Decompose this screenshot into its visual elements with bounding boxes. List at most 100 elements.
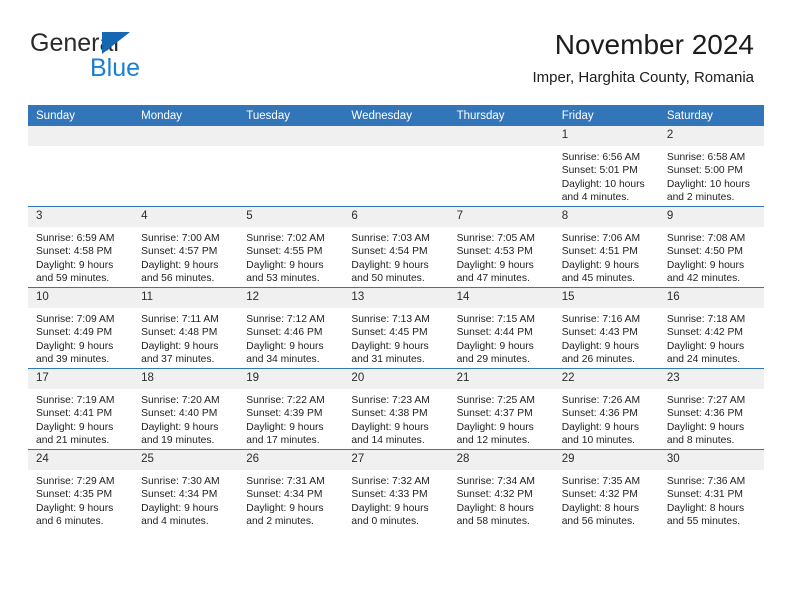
sunrise-text: Sunrise: 7:23 AM [351, 395, 430, 406]
sunset-text: Sunset: 4:43 PM [561, 327, 638, 339]
daylight-text-line1: Daylight: 9 hours [246, 259, 324, 271]
calendar-day-cell[interactable]: 3 Sunrise: 6:59 AM Sunset: 4:58 PM Daylight… [28, 206, 134, 288]
sunset-text: Sunset: 4:45 PM [351, 327, 428, 339]
daylight-text-line1: Daylight: 9 hours [561, 259, 639, 271]
daylight-text-line2: and 14 minutes. [351, 435, 425, 447]
calendar-day-cell[interactable]: 12 Sunrise: 7:12 AM Sunset: 4:46 PM Dayligh… [238, 287, 344, 369]
daylight-text-line1: Daylight: 9 hours [666, 259, 745, 271]
sunrise-text: Sunrise: 7:29 AM [36, 476, 115, 487]
day-number: 3 [28, 207, 134, 227]
daylight-text-line2: and 34 minutes. [246, 354, 320, 366]
calendar-day-cell[interactable]: 8 Sunrise: 7:06 AM Sunset: 4:51 PM Daylight… [553, 206, 659, 288]
calendar-day-cell[interactable]: 13 Sunrise: 7:13 AM Sunset: 4:45 PM Dayligh… [343, 287, 449, 369]
sunrise-text: Sunrise: 7:06 AM [561, 233, 641, 244]
daylight-text-line2: and 8 minutes. [666, 435, 735, 447]
daylight-text-line1: Daylight: 9 hours [351, 340, 429, 352]
calendar-day-cell[interactable]: 19 Sunrise: 7:22 AM Sunset: 4:39 PM Dayligh… [238, 368, 344, 450]
calendar-day-cell[interactable]: 4 Sunrise: 7:00 AM Sunset: 4:57 PM Daylight… [133, 206, 239, 288]
calendar-day-cell[interactable]: 20 Sunrise: 7:23 AM Sunset: 4:38 PM Dayligh… [343, 368, 449, 450]
calendar-day-cell[interactable]: 25 Sunrise: 7:30 AM Sunset: 4:34 PM Dayligh… [133, 449, 239, 530]
daylight-text-line2: and 39 minutes. [36, 354, 110, 366]
sunset-text: Sunset: 4:31 PM [666, 489, 743, 501]
calendar-day-cell[interactable]: 14 Sunrise: 7:15 AM Sunset: 4:44 PM Dayligh… [448, 287, 554, 369]
sunrise-text: Sunrise: 7:36 AM [666, 476, 746, 487]
daylight-text-line1: Daylight: 9 hours [456, 421, 534, 433]
calendar-day-cell[interactable]: 18 Sunrise: 7:20 AM Sunset: 4:40 PM Dayligh… [133, 368, 239, 450]
sunset-text: Sunset: 4:41 PM [36, 408, 113, 420]
day-sun-info: Sunrise: 7:20 AM Sunset: 4:40 PM Daylight:… [133, 389, 238, 448]
daylight-text-line2: and 2 minutes. [666, 192, 735, 204]
calendar-day-cell[interactable]: 15 Sunrise: 7:16 AM Sunset: 4:43 PM Dayligh… [553, 287, 659, 369]
day-number: 12 [238, 288, 344, 308]
sunrise-text: Sunrise: 7:08 AM [666, 233, 746, 244]
calendar-day-cell[interactable]: 2 Sunrise: 6:58 AM Sunset: 5:00 PM Daylight… [658, 126, 764, 207]
daylight-text-line2: and 10 minutes. [561, 435, 635, 447]
daylight-text-line2: and 37 minutes. [141, 354, 215, 366]
calendar-day-cell[interactable]: 26 Sunrise: 7:31 AM Sunset: 4:34 PM Dayligh… [238, 449, 344, 530]
day-sun-info: Sunrise: 7:16 AM Sunset: 4:43 PM Daylight:… [554, 308, 659, 367]
calendar-day-cell[interactable]: 6 Sunrise: 7:03 AM Sunset: 4:54 PM Daylight… [343, 206, 449, 288]
calendar-day-cell[interactable]: 22 Sunrise: 7:26 AM Sunset: 4:36 PM Dayligh… [553, 368, 659, 450]
calendar-day-cell[interactable]: 21 Sunrise: 7:25 AM Sunset: 4:37 PM Dayligh… [448, 368, 554, 450]
day-sun-info: Sunrise: 7:34 AM Sunset: 4:32 PM Daylight:… [449, 470, 554, 529]
sunrise-text: Sunrise: 6:56 AM [561, 152, 641, 163]
daylight-text-line2: and 55 minutes. [666, 516, 741, 528]
calendar-week-row: 24 Sunrise: 7:29 AM Sunset: 4:35 PM Dayligh… [28, 449, 764, 530]
calendar-cell-empty [448, 126, 554, 207]
day-number [133, 126, 239, 146]
calendar-day-cell[interactable]: 7 Sunrise: 7:05 AM Sunset: 4:53 PM Daylight… [448, 206, 554, 288]
calendar-day-cell[interactable]: 27 Sunrise: 7:32 AM Sunset: 4:33 PM Dayligh… [343, 449, 449, 530]
generalblue-logo[interactable]: General Blue [30, 30, 200, 82]
daylight-text-line2: and 26 minutes. [561, 354, 635, 366]
calendar-day-cell[interactable]: 23 Sunrise: 7:27 AM Sunset: 4:36 PM Dayligh… [658, 368, 764, 450]
calendar-day-cell[interactable]: 10 Sunrise: 7:09 AM Sunset: 4:49 PM Dayligh… [28, 287, 134, 369]
sunset-text: Sunset: 4:48 PM [141, 327, 218, 339]
sunrise-text: Sunrise: 7:03 AM [351, 233, 430, 244]
day-number: 2 [658, 126, 764, 146]
daylight-text-line1: Daylight: 9 hours [456, 340, 534, 352]
day-sun-info: Sunrise: 7:18 AM Sunset: 4:42 PM Daylight:… [659, 308, 764, 367]
calendar-day-cell[interactable]: 30 Sunrise: 7:36 AM Sunset: 4:31 PM Dayligh… [658, 449, 764, 530]
calendar-day-cell[interactable]: 29 Sunrise: 7:35 AM Sunset: 4:32 PM Dayligh… [553, 449, 659, 530]
logo-triangle-icon [102, 32, 130, 54]
daylight-text-line2: and 17 minutes. [246, 435, 320, 447]
calendar-day-cell[interactable]: 1 Sunrise: 6:56 AM Sunset: 5:01 PM Daylight… [553, 126, 659, 207]
sunset-text: Sunset: 5:00 PM [666, 165, 743, 177]
calendar-day-cell[interactable]: 9 Sunrise: 7:08 AM Sunset: 4:50 PM Daylight… [658, 206, 764, 288]
daylight-text-line1: Daylight: 10 hours [561, 178, 645, 190]
calendar-day-cell[interactable]: 11 Sunrise: 7:11 AM Sunset: 4:48 PM Dayligh… [133, 287, 239, 369]
weekday-header-thursday: Thursday [448, 105, 554, 126]
daylight-text-line1: Daylight: 9 hours [36, 259, 114, 271]
daylight-text-line1: Daylight: 9 hours [141, 502, 219, 514]
page-title: November 2024 [554, 29, 754, 60]
daylight-text-line1: Daylight: 8 hours [561, 502, 639, 514]
sunrise-text: Sunrise: 7:20 AM [141, 395, 220, 406]
day-number: 25 [133, 450, 239, 470]
sunset-text: Sunset: 4:55 PM [246, 246, 323, 258]
calendar-day-cell[interactable]: 16 Sunrise: 7:18 AM Sunset: 4:42 PM Dayligh… [658, 287, 764, 369]
day-number: 9 [658, 207, 764, 227]
day-number: 19 [238, 369, 344, 389]
daylight-text-line1: Daylight: 9 hours [141, 340, 219, 352]
calendar-day-cell[interactable]: 24 Sunrise: 7:29 AM Sunset: 4:35 PM Dayligh… [28, 449, 134, 530]
calendar-header-row: Sunday Monday Tuesday Wednesday Thursday… [28, 105, 764, 126]
daylight-text-line1: Daylight: 9 hours [141, 421, 219, 433]
daylight-text-line2: and 56 minutes. [561, 516, 635, 528]
sunrise-text: Sunrise: 7:34 AM [456, 476, 535, 487]
calendar-day-cell[interactable]: 5 Sunrise: 7:02 AM Sunset: 4:55 PM Daylight… [238, 206, 344, 288]
day-number: 11 [133, 288, 239, 308]
calendar-day-cell[interactable]: 17 Sunrise: 7:19 AM Sunset: 4:41 PM Dayligh… [28, 368, 134, 450]
daylight-text-line2: and 4 minutes. [141, 516, 209, 528]
daylight-text-line1: Daylight: 9 hours [246, 340, 324, 352]
daylight-text-line1: Daylight: 9 hours [36, 502, 114, 514]
day-sun-info: Sunrise: 7:35 AM Sunset: 4:32 PM Daylight:… [554, 470, 659, 529]
sunset-text: Sunset: 4:36 PM [666, 408, 743, 420]
page-subtitle: Imper, Harghita County, Romania [532, 69, 755, 86]
sunrise-text: Sunrise: 6:58 AM [666, 152, 746, 163]
day-number: 1 [553, 126, 659, 146]
daylight-text-line2: and 29 minutes. [456, 354, 530, 366]
sunset-text: Sunset: 4:46 PM [246, 327, 323, 339]
calendar-day-cell[interactable]: 28 Sunrise: 7:34 AM Sunset: 4:32 PM Dayligh… [448, 449, 554, 530]
sunset-text: Sunset: 4:40 PM [141, 408, 218, 420]
day-sun-info: Sunrise: 7:11 AM Sunset: 4:48 PM Daylight:… [133, 308, 238, 367]
